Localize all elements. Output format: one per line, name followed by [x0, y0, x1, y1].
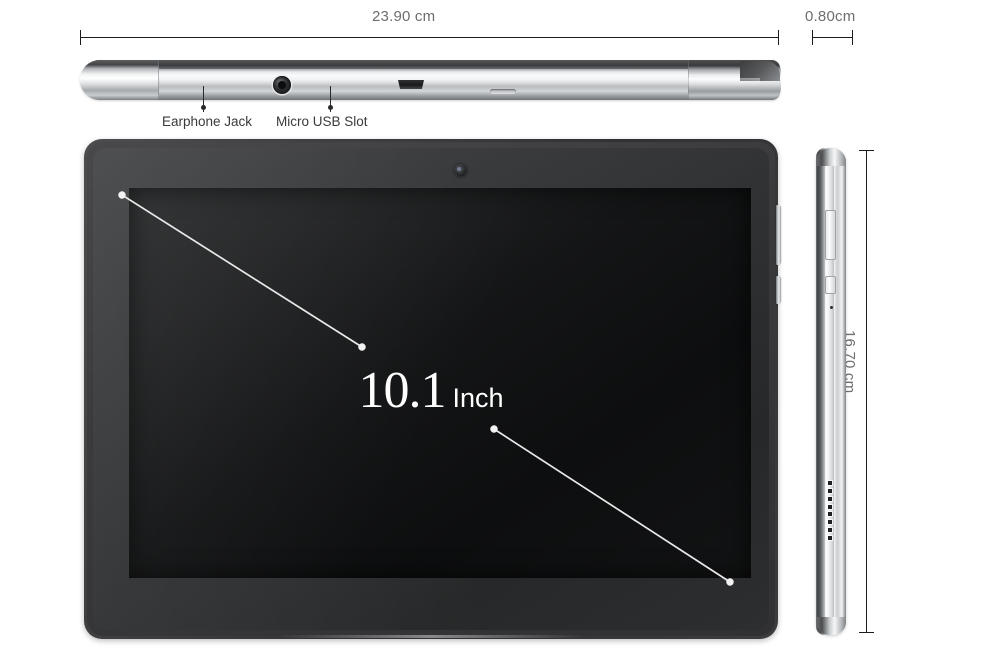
- dimension-diagram-canvas: 23.90 cm 0.80cm 16.70 cm Earphone Jack M…: [0, 0, 1000, 661]
- depth-dimension-line: [812, 37, 853, 38]
- height-dimension-tick-bottom: [859, 632, 874, 633]
- earphone-jack-bore: [278, 81, 286, 89]
- earphone-jack-callout-label: Earphone Jack: [162, 114, 253, 129]
- width-dimension-tick-right: [778, 30, 779, 45]
- side-volume-rocker-icon[interactable]: [825, 210, 836, 260]
- side-power-button-icon[interactable]: [825, 276, 836, 294]
- speaker-hole: [827, 481, 832, 485]
- width-dimension-tick-left: [80, 30, 81, 45]
- earphone-jack-leader-dot: [201, 105, 206, 110]
- depth-dimension-tick-right: [852, 30, 853, 45]
- speaker-hole: [827, 520, 832, 525]
- micro-usb-callout-label: Micro USB Slot: [276, 114, 368, 129]
- width-dimension-label: 23.90 cm: [372, 8, 436, 25]
- front-camera-icon: [454, 164, 467, 177]
- depth-dimension-label: 0.80cm: [805, 8, 856, 25]
- power-button-icon[interactable]: [776, 276, 781, 304]
- tablet-front-view: 10.1 Inch: [84, 139, 781, 639]
- micro-usb-leader-dot: [328, 105, 333, 110]
- speaker-hole: [827, 496, 832, 501]
- height-dimension-tick-top: [859, 150, 874, 151]
- speaker-grille-icon: [826, 481, 833, 540]
- speaker-hole: [827, 512, 832, 517]
- microphone-pinhole-icon: [830, 306, 833, 309]
- speaker-hole: [827, 528, 832, 533]
- camera-lens-glint: [457, 167, 461, 171]
- side-top-cap: [816, 148, 846, 166]
- edge-top-bevel: [90, 60, 772, 69]
- height-dimension-line: [866, 150, 867, 633]
- screen-size-unit: Inch: [452, 383, 504, 413]
- edge-specular-highlight: [160, 78, 760, 86]
- bottom-edge-lip: [278, 635, 584, 638]
- speaker-hole: [827, 535, 832, 540]
- screen-size-value: 10.1: [358, 362, 446, 419]
- tablet-side-profile-view: [812, 148, 854, 635]
- side-bottom-cap: [816, 617, 846, 635]
- width-dimension-line: [80, 37, 778, 38]
- side-screen-edge: [817, 151, 821, 632]
- screen-size-caption: 10.1 Inch: [84, 361, 778, 420]
- edge-left-cap: [80, 60, 159, 100]
- earphone-jack-icon: [273, 76, 291, 94]
- volume-rocker-icon[interactable]: [776, 205, 781, 265]
- speaker-hole: [827, 504, 832, 509]
- speaker-hole: [827, 488, 832, 493]
- tablet-top-edge-view: [80, 58, 781, 102]
- depth-dimension-tick-left: [812, 30, 813, 45]
- micro-usb-port-icon: [398, 80, 424, 89]
- card-slot-icon: [490, 89, 516, 94]
